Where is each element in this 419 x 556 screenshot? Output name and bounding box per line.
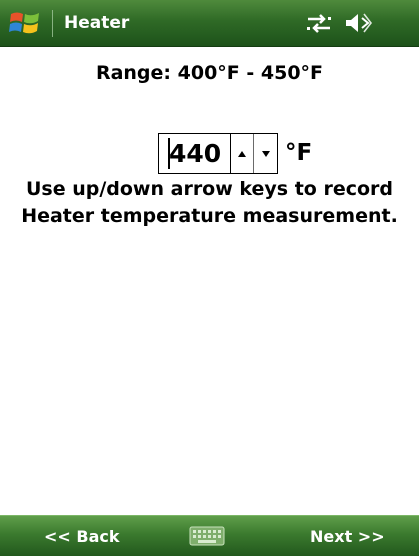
- arrow-down-icon: [261, 150, 270, 157]
- text-caret: [168, 138, 170, 169]
- instructions-text: Use up/down arrow keys to record Heater …: [21, 178, 398, 227]
- screen: Heater Range: 400°F - 450°F 440 °F Use u…: [0, 0, 419, 556]
- unit-label: °F: [285, 140, 313, 166]
- range-label: Range: 400°F - 450°F: [95, 62, 324, 84]
- soft-key-bar: << Back Next >>: [0, 515, 419, 556]
- volume-icon[interactable]: [343, 10, 373, 36]
- window-title: Heater: [64, 13, 130, 33]
- title-bar: Heater: [0, 0, 419, 47]
- connectivity-icon[interactable]: [305, 10, 333, 36]
- keyboard-icon[interactable]: [189, 526, 225, 546]
- title-separator: [52, 10, 53, 37]
- arrow-up-icon: [238, 150, 246, 157]
- temperature-entry: °F: [158, 133, 312, 174]
- windows-flag-icon[interactable]: [8, 8, 42, 38]
- temperature-spinner: [230, 133, 278, 174]
- spin-up-button[interactable]: [231, 134, 254, 173]
- next-button[interactable]: Next >>: [310, 516, 385, 556]
- spin-down-button[interactable]: [254, 134, 277, 173]
- back-button[interactable]: << Back: [44, 516, 120, 556]
